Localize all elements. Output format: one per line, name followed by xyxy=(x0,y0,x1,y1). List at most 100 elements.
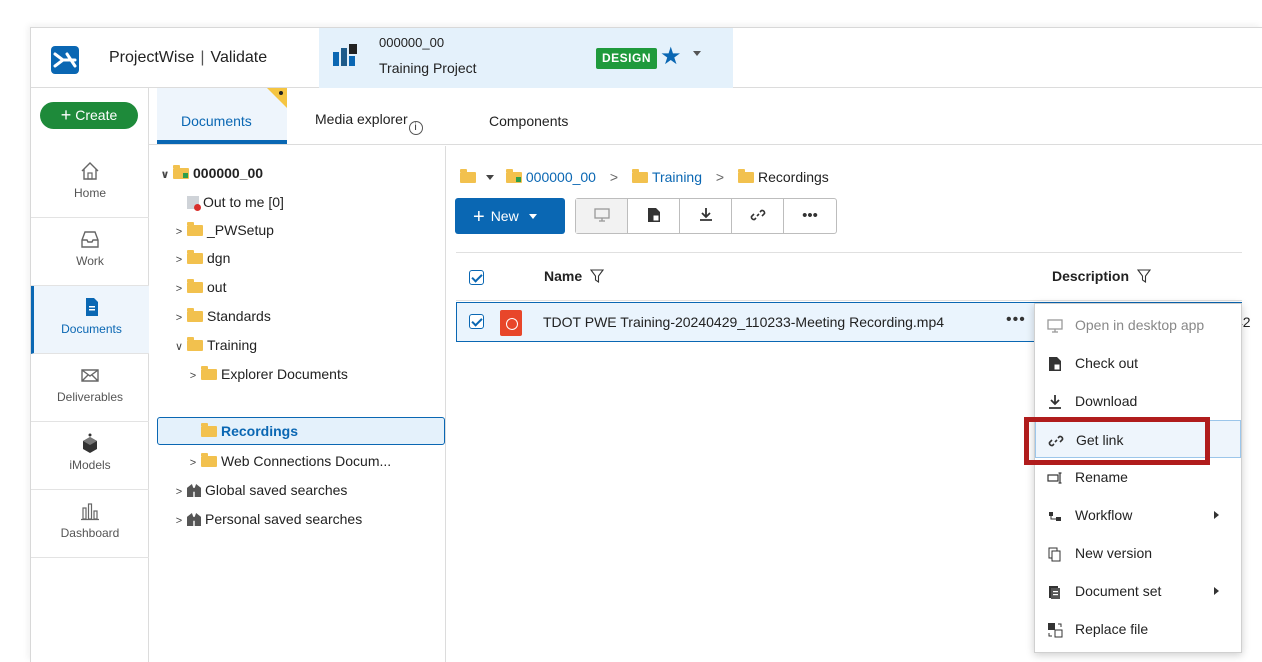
tree-item-global-saved-searches[interactable]: > Global saved searches xyxy=(173,479,348,503)
folder-icon xyxy=(187,222,203,236)
tree-item-label: Recordings xyxy=(221,423,299,439)
new-label: New xyxy=(490,208,519,224)
column-name-header[interactable]: Name xyxy=(544,268,605,284)
tree-item-recordings[interactable]: Recordings xyxy=(201,420,298,442)
nav-imodels[interactable]: iModels xyxy=(31,422,149,490)
tree-item-out[interactable]: > out xyxy=(173,276,226,298)
context-menu: Open in desktop app Check out Download G… xyxy=(1034,303,1242,653)
submenu-arrow-icon xyxy=(1214,511,1219,519)
rename-icon xyxy=(1047,472,1062,484)
chevron-right-icon[interactable]: > xyxy=(173,307,185,329)
select-all-checkbox[interactable] xyxy=(469,270,484,285)
more-label: ••• xyxy=(802,207,818,224)
nav-home[interactable]: Home xyxy=(31,150,149,218)
tree-item-training[interactable]: ∨ Training xyxy=(173,334,257,356)
tree-item-label: Training xyxy=(207,337,258,353)
download-button[interactable] xyxy=(680,199,732,233)
folder-icon[interactable] xyxy=(460,169,476,183)
chevron-right-icon[interactable]: > xyxy=(173,278,185,300)
menu-item-label: Download xyxy=(1075,393,1138,409)
project-selector[interactable]: 000000_00 Training Project DESIGN ★ xyxy=(319,28,733,88)
filter-icon[interactable] xyxy=(1137,269,1152,283)
inbox-icon xyxy=(81,231,99,248)
breadcrumb-training[interactable]: Training xyxy=(652,169,702,185)
tree-root-label: 000000_00 xyxy=(193,165,264,181)
nav-deliverables[interactable]: Deliverables xyxy=(31,354,149,422)
app-subname: Validate xyxy=(210,49,268,66)
nav-imodels-label: iModels xyxy=(69,458,111,472)
nav-documents-label: Documents xyxy=(61,322,122,336)
more-button[interactable]: ••• xyxy=(784,199,836,233)
menu-item-replace-file[interactable]: Replace file xyxy=(1035,610,1241,648)
chevron-right-icon[interactable]: > xyxy=(173,249,185,271)
folder-icon xyxy=(201,453,217,467)
tree-item-label: _PWSetup xyxy=(207,222,274,238)
open-desktop-button[interactable] xyxy=(576,199,628,233)
row-checkbox[interactable] xyxy=(469,314,484,329)
chevron-right-icon[interactable]: > xyxy=(187,365,199,387)
nav-work[interactable]: Work xyxy=(31,218,149,286)
column-name-label: Name xyxy=(544,268,583,284)
folder-icon xyxy=(187,279,203,293)
folder-icon xyxy=(187,250,203,264)
filter-icon[interactable] xyxy=(590,269,605,283)
menu-item-workflow[interactable]: Workflow xyxy=(1035,496,1241,534)
nav-dashboard-label: Dashboard xyxy=(60,526,120,540)
active-tab-underline xyxy=(157,140,287,144)
header: ProjectWise | Validate 000000_00 Training … xyxy=(31,28,1262,88)
menu-item-document-set[interactable]: Document set xyxy=(1035,572,1241,610)
tree-item-label: dgn xyxy=(207,250,231,266)
check-out-button[interactable] xyxy=(628,199,680,233)
menu-item-label: Rename xyxy=(1075,469,1128,485)
tree-item-personal-saved-searches[interactable]: > Personal saved searches xyxy=(173,508,362,530)
annotation-highlight-box xyxy=(1024,417,1210,465)
menu-item-label: Document set xyxy=(1075,583,1162,599)
tree-item-web-connections[interactable]: > Web Connections Docum... xyxy=(187,450,391,472)
nav-documents[interactable]: Documents xyxy=(31,286,149,354)
menu-item-download[interactable]: Download xyxy=(1035,382,1241,420)
folder-icon xyxy=(187,308,203,322)
tree-item-standards[interactable]: > Standards xyxy=(173,305,271,327)
new-button[interactable]: + New xyxy=(455,198,565,234)
tree-item-root[interactable]: ∨ 000000_00 xyxy=(159,162,263,184)
video-file-icon xyxy=(500,310,522,336)
chevron-down-icon[interactable]: ∨ xyxy=(173,336,185,358)
favorite-star-icon[interactable]: ★ xyxy=(660,42,682,71)
menu-item-check-out[interactable]: Check out xyxy=(1035,344,1241,382)
column-description-header[interactable]: Description xyxy=(1052,268,1152,284)
tree-item-dgn[interactable]: > dgn xyxy=(173,247,230,269)
get-link-button[interactable] xyxy=(732,199,784,233)
chevron-right-icon[interactable]: > xyxy=(173,221,185,243)
tree-item-explorer-documents[interactable]: > Explorer Documents xyxy=(187,363,348,385)
menu-item-new-version[interactable]: New version xyxy=(1035,534,1241,572)
binoculars-icon xyxy=(187,513,201,526)
menu-item-label: Open in desktop app xyxy=(1075,317,1205,333)
tree-item-pwsetup[interactable]: > _PWSetup xyxy=(173,219,274,241)
tab-media-explorer[interactable]: Media exploreri xyxy=(315,111,423,135)
menu-item-open-desktop[interactable]: Open in desktop app xyxy=(1035,306,1241,344)
breadcrumb-separator: > xyxy=(609,169,619,185)
chevron-down-icon[interactable]: ∨ xyxy=(159,164,171,186)
plus-icon: + xyxy=(473,206,485,228)
create-button[interactable]: + Create xyxy=(40,102,138,129)
chevron-right-icon[interactable]: > xyxy=(173,510,185,532)
chevron-right-icon[interactable]: > xyxy=(173,481,185,503)
project-dropdown-icon[interactable] xyxy=(693,51,701,56)
tree-item-out-to-me[interactable]: Out to me [0] xyxy=(187,191,284,213)
nav-dashboard[interactable]: Dashboard xyxy=(31,490,149,558)
info-icon[interactable]: i xyxy=(408,121,423,135)
breadcrumb-dropdown-icon[interactable] xyxy=(486,175,494,180)
monitor-icon xyxy=(593,208,610,222)
replace-file-icon xyxy=(1048,623,1063,638)
project-code: 000000_00 xyxy=(379,35,445,50)
tree-item-label: Explorer Documents xyxy=(221,366,348,382)
breadcrumb-root[interactable]: 000000_00 xyxy=(526,169,596,185)
projectwise-logo-icon xyxy=(51,46,79,74)
app-title[interactable]: ProjectWise | Validate xyxy=(109,49,267,67)
row-more-icon[interactable]: ••• xyxy=(1006,311,1026,329)
tab-components[interactable]: Components xyxy=(489,113,568,129)
row-file-name[interactable]: TDOT PWE Training-20240429_110233-Meetin… xyxy=(543,314,944,330)
chevron-right-icon[interactable]: > xyxy=(187,452,199,474)
tab-documents[interactable]: Documents xyxy=(181,113,252,129)
monitor-icon xyxy=(1047,319,1063,333)
